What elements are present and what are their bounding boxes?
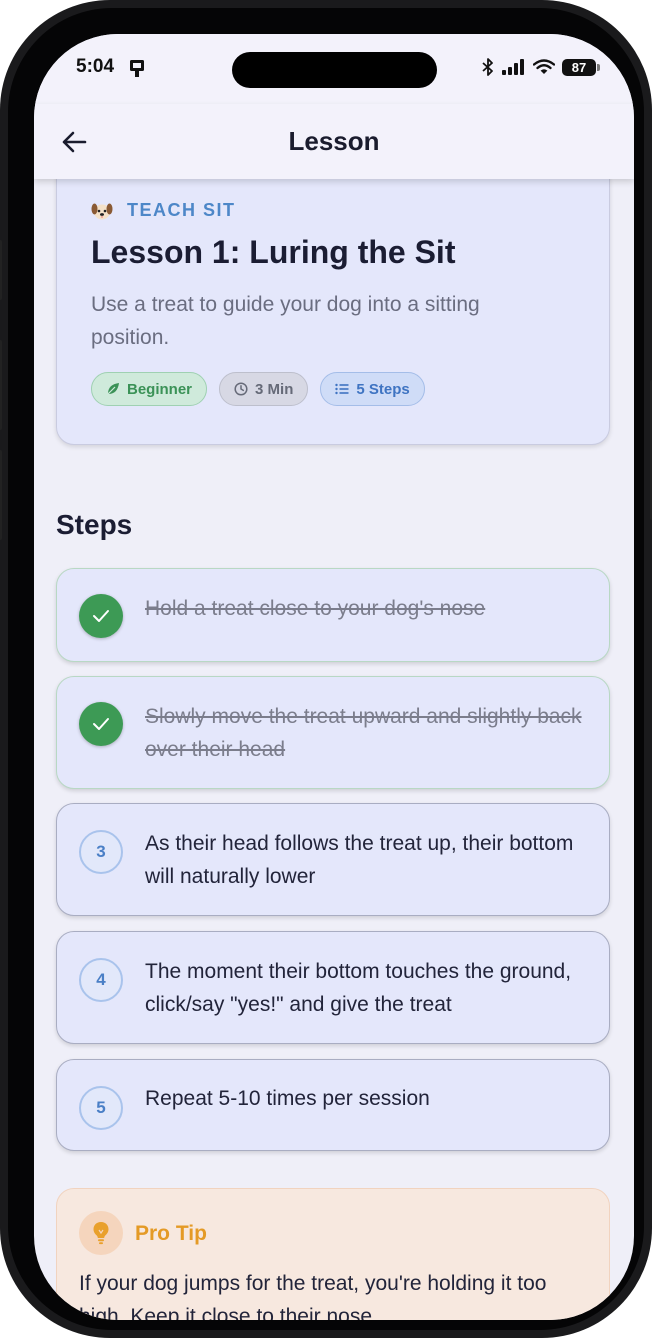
clock-icon [234,382,248,396]
lesson-header-card: TEACH SIT Lesson 1: Luring the Sit Use a… [56,179,610,445]
lesson-category-row: TEACH SIT [91,200,236,221]
wifi-icon [533,59,555,74]
tip-text: If your dog jumps for the treat, you're … [79,1272,547,1320]
step-item-1[interactable]: Hold a treat close to your dog's nose [56,568,610,662]
step-text: Repeat 5-10 times per session [145,1087,430,1110]
steps-heading: Steps [56,509,133,540]
step-number-badge[interactable]: 3 [79,830,123,874]
battery-indicator: 87 [562,58,600,76]
check-icon [93,610,109,622]
volume-up-button [0,340,2,430]
step-item-4[interactable]: 4 The moment their bottom touches the gr… [56,931,610,1044]
step-number-badge[interactable]: 4 [79,958,123,1002]
tip-title: Pro Tip [135,1222,207,1245]
tip-icon-badge [79,1211,123,1255]
status-icons: 87 [481,58,600,76]
action-button [0,240,2,300]
duration-label: 3 Min [255,380,294,398]
lesson-chips: Beginner 3 Min 5 Steps [91,372,425,406]
app-bar: Lesson [34,104,634,179]
step-complete-badge[interactable] [79,702,123,746]
list-icon [335,383,349,395]
signal-icon [502,59,524,75]
lesson-category: TEACH SIT [127,200,236,220]
status-time: 5:04 [76,56,115,77]
dog-face-icon [91,203,113,219]
page-title: Lesson [288,126,380,156]
lesson-title: Lesson 1: Luring the Sit [91,234,456,270]
leaf-icon [107,383,119,395]
level-label: Beginner [127,380,193,398]
step-item-3[interactable]: 3 As their head follows the treat up, th… [56,803,610,916]
volume-down-button [0,450,2,540]
steps-count-label: 5 Steps [356,380,410,398]
bluetooth-icon [482,58,493,76]
screen: 5:04 87 Lesson TEACH SIT Lesson 1: Lurin… [34,34,634,1320]
lesson-description: Use a treat to guide your dog into a sit… [91,293,480,349]
step-complete-badge[interactable] [79,594,123,638]
step-item-5[interactable]: 5 Repeat 5-10 times per session [56,1059,610,1151]
check-icon [93,718,109,730]
step-text: As their head follows the treat up, thei… [145,832,574,888]
step-item-2[interactable]: Slowly move the treat upward and slightl… [56,676,610,789]
steps-count-chip: 5 Steps [320,372,425,406]
lightbulb-icon [93,1222,109,1245]
level-chip: Beginner [91,372,208,406]
phone-frame: 5:04 87 Lesson TEACH SIT Lesson 1: Lurin… [0,0,652,1338]
step-text: Hold a treat close to your dog's nose [145,597,486,620]
duration-chip: 3 Min [219,372,309,406]
dynamic-island [232,52,437,88]
phone-bezel: 5:04 87 Lesson TEACH SIT Lesson 1: Lurin… [8,8,644,1330]
step-text: Slowly move the treat upward and slightl… [145,705,582,761]
lesson-content[interactable]: TEACH SIT Lesson 1: Luring the Sit Use a… [34,179,634,1320]
status-bar: 5:04 87 [34,34,634,104]
step-text: The moment their bottom touches the grou… [145,960,572,1016]
sim-card-icon [130,60,144,77]
pro-tip-card: Pro Tip If your dog jumps for the treat,… [56,1188,610,1320]
step-number-badge[interactable]: 5 [79,1086,123,1130]
